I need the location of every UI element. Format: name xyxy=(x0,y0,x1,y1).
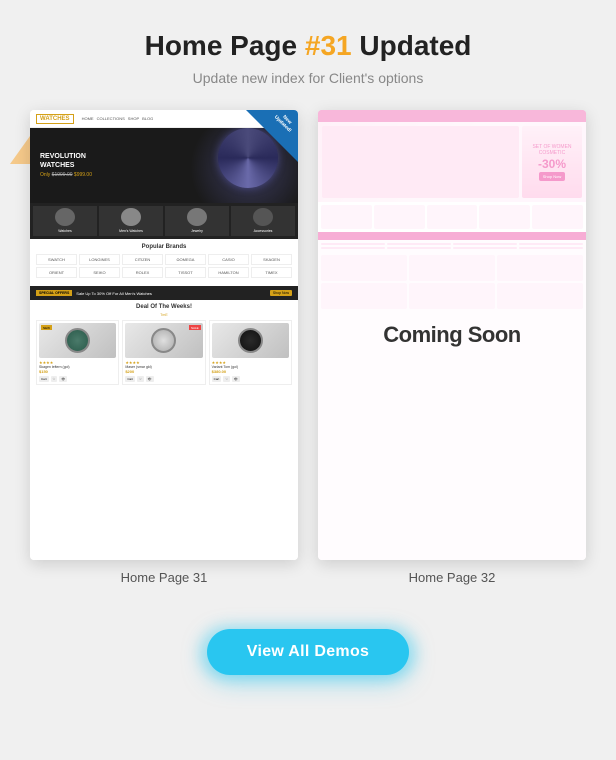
product-wish-2[interactable]: ♡ xyxy=(137,376,144,382)
nav-link-home: HOME xyxy=(82,116,94,121)
demo-card-32: SET OF WOMEN COSMETIC -30% Shop Now xyxy=(318,110,586,585)
watch-offers-bar: SPECIAL OFFERS Sale Up To 30% Off For Al… xyxy=(30,286,298,300)
product-badge-new: NEW xyxy=(41,325,52,330)
cat-label-jewelry: Jewelry xyxy=(191,229,203,233)
product-wish-1[interactable]: ♡ xyxy=(51,376,58,382)
brand-timex: TIMEX xyxy=(251,267,292,278)
new-updated-label: NewUpdated! xyxy=(273,110,297,134)
demo-preview-31[interactable]: NewUpdated! WATCHES HOME COLLECTIONS SHO… xyxy=(30,110,298,560)
demo-label-32: Home Page 32 xyxy=(409,570,496,585)
cat-label-accessories: Accessories xyxy=(254,229,273,233)
brands-title: Popular Brands xyxy=(36,244,292,250)
watch-hero-price: Only $1999.00 $999.00 xyxy=(40,172,92,178)
product-cart-3[interactable]: Cart xyxy=(212,376,222,382)
brand-casio: CASIO xyxy=(208,254,249,265)
watch-products-row: NEW ★★★★ Skagen leftern (gol) $150 Cart … xyxy=(36,320,292,385)
brand-skagen: SKAGEN xyxy=(251,254,292,265)
product-cart-1[interactable]: Cart xyxy=(39,376,49,382)
watch-hero: REVOLUTIONWATCHES Only $1999.00 $999.00 xyxy=(30,128,298,203)
watch-cat-accessories: Accessories xyxy=(231,206,295,236)
brand-omega: ΩOMEGA xyxy=(165,254,206,265)
offers-label: SPECIAL OFFERS xyxy=(36,290,72,296)
product-actions-1: Cart ♡ 👁 xyxy=(39,376,116,382)
brand-longines: LONGINES xyxy=(79,254,120,265)
product-info-1: ★★★★ Skagen leftern (gol) $150 xyxy=(39,360,116,374)
page-subtitle: Update new index for Client's options xyxy=(193,70,424,86)
product-badge-sale: SALE xyxy=(189,325,201,330)
deals-subtitle: TmE xyxy=(36,313,292,317)
coming-soon-text: Coming Soon xyxy=(383,322,520,348)
coming-soon-site: SET OF WOMEN COSMETIC -30% Shop Now xyxy=(318,110,586,560)
watch-dial-2 xyxy=(151,328,176,353)
brand-tissot: TISSOT xyxy=(165,267,206,278)
product-actions-2: Cart ♡ 👁 xyxy=(125,376,202,382)
brands-grid: SWATCH LONGINES CITIZEN ΩOMEGA CASIO SKA… xyxy=(36,254,292,278)
watch-hero-title: REVOLUTIONWATCHES xyxy=(40,153,92,170)
deals-title: Deal Of The Weeks! xyxy=(36,304,292,310)
product-view-3[interactable]: 👁 xyxy=(232,376,240,382)
brand-swatch: SWATCH xyxy=(36,254,77,265)
brand-orient: ORIENT xyxy=(36,267,77,278)
product-price-3: $380.00 xyxy=(212,369,289,374)
product-price-1: $150 xyxy=(39,369,116,374)
product-cart-2[interactable]: Cart xyxy=(125,376,135,382)
brand-citizen: CITIZEN xyxy=(122,254,163,265)
watch-cat-mens: Men's Watches xyxy=(99,206,163,236)
nav-link-shop: SHOP xyxy=(128,116,139,121)
product-wish-3[interactable]: ♡ xyxy=(223,376,230,382)
offers-button[interactable]: Shop Now xyxy=(270,290,292,296)
product-img-1: NEW xyxy=(39,323,116,358)
product-img-2: SALE xyxy=(125,323,202,358)
watch-dial-3 xyxy=(238,328,263,353)
product-img-3 xyxy=(212,323,289,358)
demo-card-31: NewUpdated! WATCHES HOME COLLECTIONS SHO… xyxy=(30,110,298,585)
product-actions-3: Cart ♡ 👁 xyxy=(212,376,289,382)
demo-label-31: Home Page 31 xyxy=(121,570,208,585)
watch-categories: Watches Men's Watches Jewelry Acces xyxy=(30,203,298,239)
page-title: Home Page #31 Updated xyxy=(145,30,472,62)
watch-deals: Deal Of The Weeks! TmE NEW ★★★★ xyxy=(30,300,298,389)
watch-cat-jewelry: Jewelry xyxy=(165,206,229,236)
cat-label-watches: Watches xyxy=(58,229,72,233)
product-view-2[interactable]: 👁 xyxy=(146,376,154,382)
view-demos-section: View All Demos xyxy=(207,629,409,675)
watch-site: NewUpdated! WATCHES HOME COLLECTIONS SHO… xyxy=(30,110,298,560)
product-info-3: ★★★★ Variant Tom (gol) $380.00 xyxy=(212,360,289,374)
watch-dial-1 xyxy=(65,328,90,353)
offers-text: Sale Up To 30% Off For All Men's Watches xyxy=(76,291,152,296)
watch-hero-circle xyxy=(218,128,278,188)
nav-link-blog: BLOG xyxy=(142,116,153,121)
brand-hamilton: HAMILTON xyxy=(208,267,249,278)
product-view-1[interactable]: 👁 xyxy=(59,376,67,382)
watch-product-1: NEW ★★★★ Skagen leftern (gol) $150 Cart … xyxy=(36,320,119,385)
watch-logo: WATCHES xyxy=(36,114,74,124)
watch-cat-watches: Watches xyxy=(33,206,97,236)
nav-link-collections: COLLECTIONS xyxy=(97,116,125,121)
brand-seiko: SEIKO xyxy=(79,267,120,278)
watch-hero-text: REVOLUTIONWATCHES Only $1999.00 $999.00 xyxy=(30,153,92,178)
demos-row: NewUpdated! WATCHES HOME COLLECTIONS SHO… xyxy=(20,110,596,585)
demo-preview-32[interactable]: SET OF WOMEN COSMETIC -30% Shop Now xyxy=(318,110,586,560)
cat-label-mens: Men's Watches xyxy=(119,229,143,233)
watch-nav-links: HOME COLLECTIONS SHOP BLOG xyxy=(82,116,154,121)
watch-brands-section: Popular Brands SWATCH LONGINES CITIZEN Ω… xyxy=(30,239,298,283)
product-info-2: ★★★★ Maser (smar gld) $200 xyxy=(125,360,202,374)
brand-rolex: ROLEX xyxy=(122,267,163,278)
watch-product-3: ★★★★ Variant Tom (gol) $380.00 Cart ♡ 👁 xyxy=(209,320,292,385)
view-all-demos-button[interactable]: View All Demos xyxy=(207,629,409,675)
product-price-2: $200 xyxy=(125,369,202,374)
watch-product-2: SALE ★★★★ Maser (smar gld) $200 Cart ♡ xyxy=(122,320,205,385)
